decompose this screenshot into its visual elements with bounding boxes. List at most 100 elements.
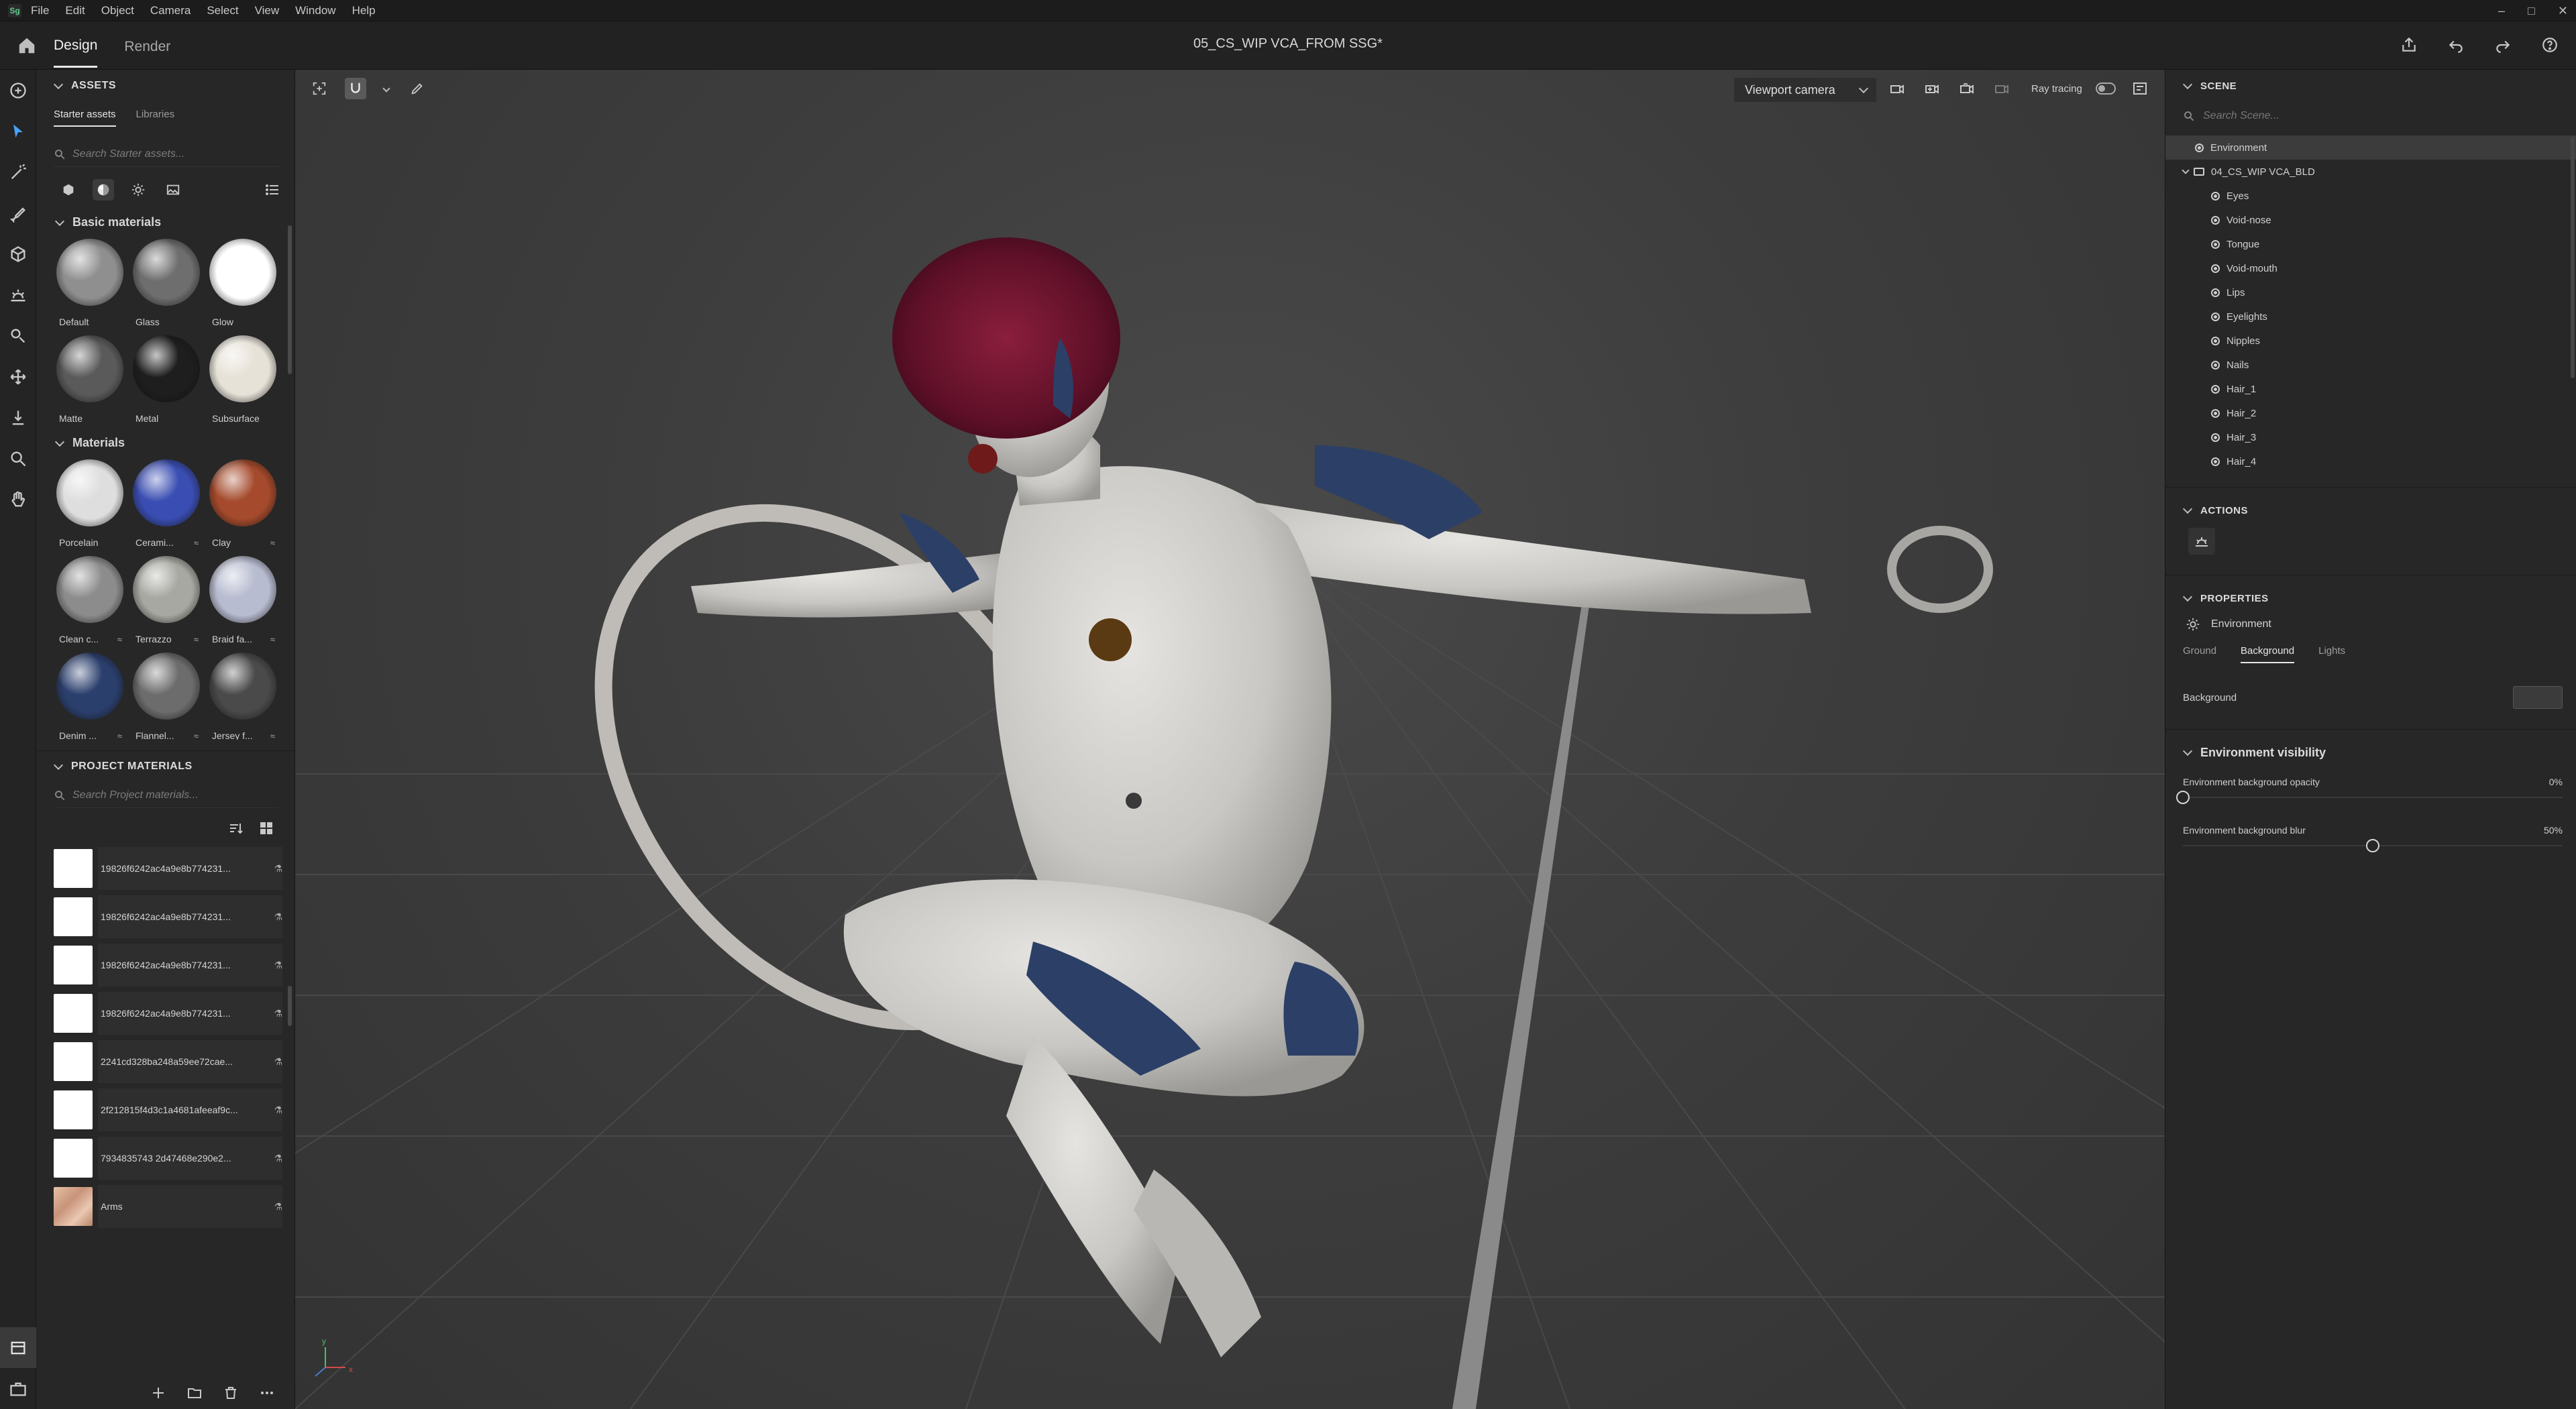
material-tile[interactable]: Denim ... ≈ xyxy=(52,650,127,740)
scene-tree-item[interactable]: Eyes xyxy=(2165,184,2576,208)
grid-view-icon[interactable] xyxy=(258,820,274,836)
camera-disabled-button[interactable] xyxy=(1991,78,2012,99)
redo-icon[interactable] xyxy=(2493,35,2513,55)
camera-reset-button[interactable] xyxy=(1956,78,1978,99)
minimize-icon[interactable]: – xyxy=(2498,4,2505,18)
render-settings-button[interactable] xyxy=(2129,78,2151,99)
material-tile[interactable]: Clean c... ≈ xyxy=(52,553,127,647)
scene-tree-item[interactable]: Environment xyxy=(2165,135,2576,160)
assets-search[interactable]: Search Starter assets... xyxy=(54,142,278,167)
pan-tool[interactable] xyxy=(0,479,36,520)
list-item[interactable]: 2f212815f4d3c1a4681afeeaf9c... ⚗ xyxy=(54,1086,282,1134)
menu-view[interactable]: View xyxy=(255,4,280,17)
project-materials-search-input[interactable]: Search Project materials... xyxy=(72,789,199,801)
library-toggle[interactable] xyxy=(0,1368,36,1409)
project-materials-scrollbar[interactable] xyxy=(288,986,292,1026)
paint-tool[interactable] xyxy=(0,192,36,233)
light-tool[interactable] xyxy=(0,274,36,315)
material-tile[interactable]: Terrazzo ≈ xyxy=(129,553,204,647)
material-tile[interactable]: Default xyxy=(52,236,127,330)
scene-tree-item[interactable]: Hair_3 xyxy=(2165,425,2576,449)
scene-tree-scrollbar[interactable] xyxy=(2571,137,2575,378)
tab-design[interactable]: Design xyxy=(54,23,98,68)
menu-file[interactable]: File xyxy=(31,4,49,17)
project-materials-search[interactable]: Search Project materials... xyxy=(54,783,278,808)
filter-lights[interactable] xyxy=(127,179,149,201)
scene-tree-item[interactable]: Eyelights xyxy=(2165,304,2576,329)
move-tool[interactable] xyxy=(0,356,36,397)
assets-search-input[interactable]: Search Starter assets... xyxy=(72,148,184,160)
close-icon[interactable]: ✕ xyxy=(2558,4,2568,18)
filter-materials[interactable] xyxy=(93,179,114,201)
select-tool[interactable] xyxy=(0,111,36,152)
more-icon[interactable] xyxy=(259,1385,275,1401)
undo-icon[interactable] xyxy=(2446,35,2466,55)
project-materials-heading[interactable]: PROJECT MATERIALS xyxy=(36,750,294,777)
scene-tree-item[interactable]: Nipples xyxy=(2165,329,2576,353)
edit-camera-button[interactable] xyxy=(407,78,428,99)
material-tile[interactable]: Flannel... ≈ xyxy=(129,650,204,740)
material-tile[interactable]: Jersey f... ≈ xyxy=(205,650,280,740)
properties-heading[interactable]: PROPERTIES xyxy=(2165,585,2576,612)
list-item[interactable]: 19826f6242ac4a9e8b774231... ⚗ xyxy=(54,844,282,893)
material-tile[interactable]: Metal xyxy=(129,333,204,427)
camera-bookmark-button[interactable] xyxy=(1886,78,1908,99)
scene-tree-item[interactable]: Hair_2 xyxy=(2165,401,2576,425)
list-item[interactable]: 19826f6242ac4a9e8b774231... ⚗ xyxy=(54,941,282,989)
material-tile[interactable]: Matte xyxy=(52,333,127,427)
materials-scrollbar[interactable] xyxy=(288,225,292,374)
trash-icon[interactable] xyxy=(223,1385,239,1401)
magic-select-tool[interactable] xyxy=(0,152,36,192)
materials-header[interactable]: Materials xyxy=(36,427,294,450)
camera-select[interactable]: Viewport camera xyxy=(1734,78,1876,102)
material-tile[interactable]: Braid fa... ≈ xyxy=(205,553,280,647)
maximize-icon[interactable]: □ xyxy=(2528,4,2535,18)
list-item[interactable]: 19826f6242ac4a9e8b774231... ⚗ xyxy=(54,989,282,1037)
tab-render[interactable]: Render xyxy=(124,24,170,67)
folder-icon[interactable] xyxy=(186,1385,203,1401)
opacity-slider[interactable] xyxy=(2176,787,2563,807)
material-tile[interactable]: Subsurface xyxy=(205,333,280,427)
list-view-toggle[interactable] xyxy=(262,179,283,201)
environment-action-button[interactable] xyxy=(2188,528,2215,555)
tab-lights[interactable]: Lights xyxy=(2318,645,2345,663)
share-icon[interactable] xyxy=(2399,35,2419,55)
material-tile[interactable]: Cerami... ≈ xyxy=(129,457,204,551)
material-tool[interactable] xyxy=(0,315,36,356)
material-tile[interactable]: Glow xyxy=(205,236,280,330)
background-color-swatch[interactable] xyxy=(2513,686,2563,709)
chevron-down-icon[interactable] xyxy=(2182,166,2190,174)
blur-slider-knob[interactable] xyxy=(2366,839,2379,852)
menu-edit[interactable]: Edit xyxy=(65,4,85,17)
menu-select[interactable]: Select xyxy=(207,4,238,17)
scene-search-input[interactable]: Search Scene... xyxy=(2203,110,2279,122)
frame-selection-button[interactable] xyxy=(309,78,330,99)
scene-tree-item[interactable]: Hair_1 xyxy=(2165,377,2576,401)
material-tile[interactable]: Clay ≈ xyxy=(205,457,280,551)
actions-heading[interactable]: ACTIONS xyxy=(2165,497,2576,524)
home-button[interactable] xyxy=(0,21,54,70)
zoom-tool[interactable] xyxy=(0,438,36,479)
camera-add-button[interactable] xyxy=(1921,78,1943,99)
list-item[interactable]: 2241cd328ba248a59ee72cae... ⚗ xyxy=(54,1037,282,1086)
filter-images[interactable] xyxy=(162,179,184,201)
snap-dropdown[interactable] xyxy=(381,78,392,99)
add-icon[interactable] xyxy=(150,1385,166,1401)
snap-button[interactable] xyxy=(345,78,366,99)
scene-tree-item[interactable]: Tongue xyxy=(2165,232,2576,256)
scene-search[interactable]: Search Scene... xyxy=(2183,103,2563,129)
3d-viewport[interactable]: x y Viewport camera Ray tracing xyxy=(295,70,2165,1409)
basic-materials-header[interactable]: Basic materials xyxy=(36,201,294,229)
drop-tool[interactable] xyxy=(0,397,36,438)
material-tile[interactable]: Glass xyxy=(129,236,204,330)
tab-background[interactable]: Background xyxy=(2241,645,2295,663)
tab-libraries[interactable]: Libraries xyxy=(136,109,175,127)
list-item[interactable]: 7934835743 2d47468e290e2... ⚗ xyxy=(54,1134,282,1182)
add-tool[interactable] xyxy=(0,70,36,111)
opacity-slider-knob[interactable] xyxy=(2176,791,2190,804)
tab-ground[interactable]: Ground xyxy=(2183,645,2216,663)
menu-window[interactable]: Window xyxy=(295,4,335,17)
list-item[interactable]: Arms ⚗ xyxy=(54,1182,282,1231)
list-item[interactable]: 19826f6242ac4a9e8b774231... ⚗ xyxy=(54,893,282,941)
scene-tree-item[interactable]: Hair_4 xyxy=(2165,449,2576,473)
